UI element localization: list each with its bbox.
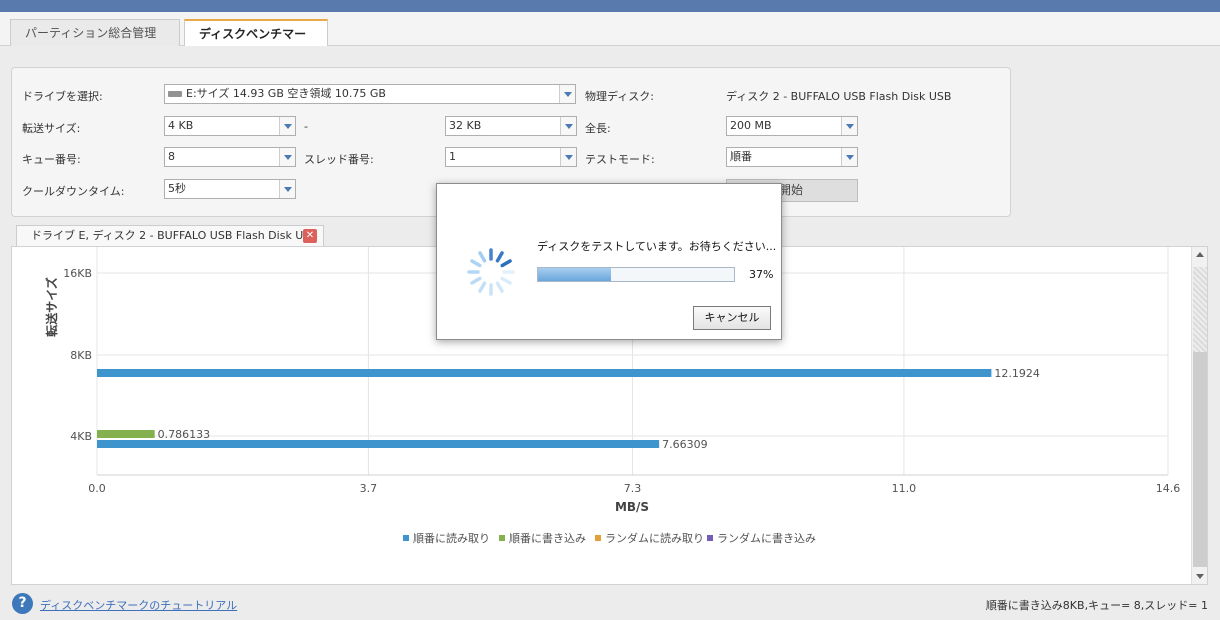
spinner-segment bbox=[470, 276, 482, 285]
progress-dialog: ディスクをテストしています。お待ちください... 37% キャンセル bbox=[436, 183, 782, 340]
spinner-segment bbox=[478, 281, 487, 293]
progress-message: ディスクをテストしています。お待ちください... bbox=[537, 240, 777, 253]
spinner-icon bbox=[467, 248, 515, 296]
spinner-segment bbox=[495, 281, 504, 293]
progress-bar-fill bbox=[538, 268, 611, 281]
cancel-button-label: キャンセル bbox=[704, 311, 760, 324]
spinner-segment bbox=[500, 259, 512, 268]
spinner-segment bbox=[478, 251, 487, 263]
cancel-button[interactable]: キャンセル bbox=[693, 306, 771, 330]
spinner-segment bbox=[500, 276, 512, 285]
spinner-segment bbox=[495, 251, 504, 263]
spinner-segment bbox=[470, 259, 482, 268]
progress-bar bbox=[537, 267, 735, 282]
progress-percent: 37% bbox=[749, 268, 774, 281]
